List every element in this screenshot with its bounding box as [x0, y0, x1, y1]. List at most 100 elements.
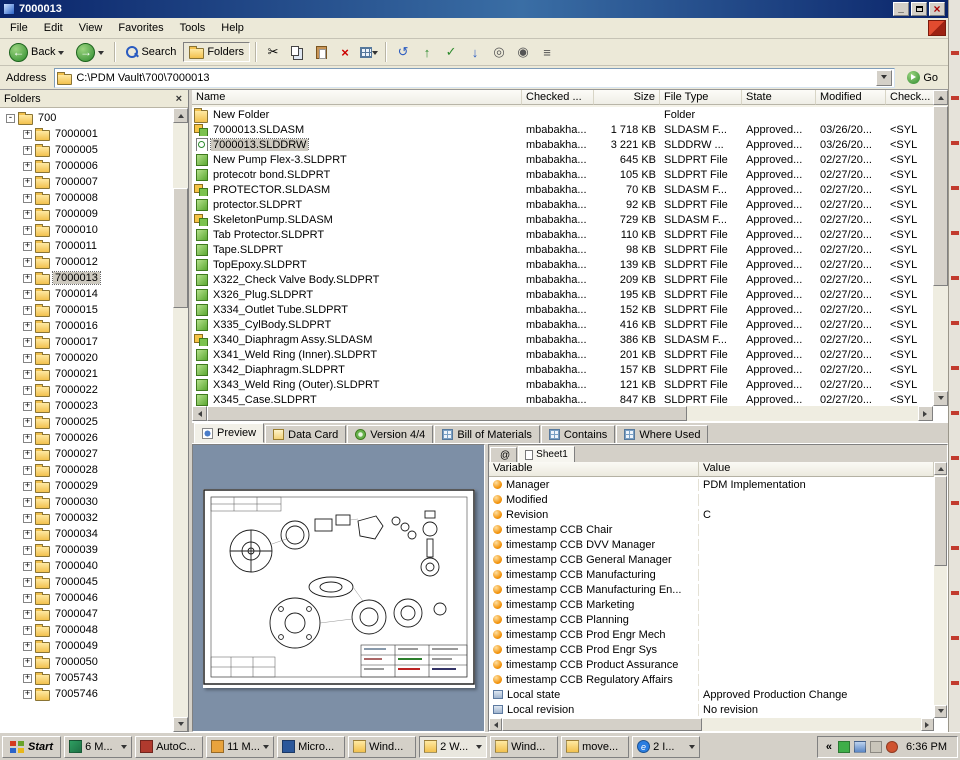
expand-icon[interactable]: +: [23, 690, 32, 699]
file-row[interactable]: 7000013.SLDASMmbabakha...1 718 KBSLDASM …: [192, 122, 933, 137]
file-row[interactable]: protecotr bond.SLDPRTmbabakha...105 KBSL…: [192, 167, 933, 182]
file-row[interactable]: X334_Outlet Tube.SLDPRTmbabakha...152 KB…: [192, 302, 933, 317]
menu-item-favorites[interactable]: Favorites: [110, 20, 171, 36]
file-row[interactable]: X341_Weld Ring (Inner).SLDPRTmbabakha...…: [192, 347, 933, 362]
expand-icon[interactable]: +: [23, 226, 32, 235]
taskbar-button-2-i[interactable]: 2 I...: [632, 736, 700, 758]
file-row[interactable]: X326_Plug.SLDPRTmbabakha...195 KBSLDPRT …: [192, 287, 933, 302]
expand-icon[interactable]: +: [23, 338, 32, 347]
variable-row[interactable]: Local revisionNo revision: [489, 702, 934, 717]
properties-button[interactable]: ≡: [536, 41, 558, 63]
file-row[interactable]: X343_Weld Ring (Outer).SLDPRTmbabakha...…: [192, 377, 933, 392]
expand-icon[interactable]: +: [23, 386, 32, 395]
variable-row[interactable]: timestamp CCB Chair: [489, 522, 934, 537]
expand-icon[interactable]: +: [23, 370, 32, 379]
scroll-up-button[interactable]: [173, 108, 188, 123]
tab-version-4-4[interactable]: Version 4/4: [347, 425, 433, 443]
taskbar-button-micro[interactable]: Micro...: [277, 736, 345, 758]
tab-data-card[interactable]: Data Card: [265, 425, 346, 443]
tree-scrollbar[interactable]: [173, 108, 188, 732]
forward-button[interactable]: →: [71, 41, 109, 64]
variable-column-header[interactable]: Variable: [489, 462, 699, 477]
taskbar-button-wind[interactable]: Wind...: [348, 736, 416, 758]
tree-item-7000009[interactable]: +7000009: [0, 206, 172, 222]
search-button[interactable]: Search: [121, 44, 181, 60]
file-row[interactable]: 7000013.SLDDRWmbabakha...3 221 KBSLDDRW …: [192, 137, 933, 152]
expand-icon[interactable]: +: [23, 418, 32, 427]
expand-icon[interactable]: +: [23, 258, 32, 267]
expand-icon[interactable]: +: [23, 482, 32, 491]
tree-item-7000028[interactable]: +7000028: [0, 462, 172, 478]
file-row[interactable]: Tape.SLDPRTmbabakha...98 KBSLDPRT FileAp…: [192, 242, 933, 257]
expand-icon[interactable]: +: [23, 674, 32, 683]
menu-item-tools[interactable]: Tools: [172, 20, 214, 36]
tree-item-7000048[interactable]: +7000048: [0, 622, 172, 638]
menu-item-file[interactable]: File: [2, 20, 36, 36]
variable-row[interactable]: timestamp CCB Product Assurance: [489, 657, 934, 672]
file-row[interactable]: X345_Case.SLDPRTmbabakha...847 KBSLDPRT …: [192, 392, 933, 406]
scroll-down-button[interactable]: [934, 705, 947, 718]
expand-icon[interactable]: +: [23, 450, 32, 459]
tree-item-7000023[interactable]: +7000023: [0, 398, 172, 414]
check-in-button[interactable]: ↑: [416, 41, 438, 63]
tree-item-7000025[interactable]: +7000025: [0, 414, 172, 430]
taskbar-button-11-m[interactable]: 11 M...: [206, 736, 274, 758]
scroll-down-button[interactable]: [933, 391, 948, 406]
hide-icons-chevron[interactable]: «: [824, 741, 834, 753]
tree-item-7000040[interactable]: +7000040: [0, 558, 172, 574]
expand-icon[interactable]: +: [23, 322, 32, 331]
column-header-name[interactable]: Name: [192, 90, 522, 105]
tab-where-used[interactable]: Where Used: [616, 425, 708, 443]
go-button[interactable]: Go: [901, 70, 944, 85]
expand-icon[interactable]: +: [23, 290, 32, 299]
expand-icon[interactable]: +: [23, 306, 32, 315]
column-header-state[interactable]: State: [742, 90, 816, 105]
menu-item-view[interactable]: View: [71, 20, 111, 36]
expand-icon[interactable]: +: [23, 658, 32, 667]
close-button[interactable]: ×: [929, 2, 945, 16]
back-button[interactable]: ← Back: [4, 41, 69, 64]
tree-item-7000026[interactable]: +7000026: [0, 430, 172, 446]
tab-contains[interactable]: Contains: [541, 425, 615, 443]
tree-item-7000046[interactable]: +7000046: [0, 590, 172, 606]
tree-item-7000047[interactable]: +7000047: [0, 606, 172, 622]
expand-icon[interactable]: +: [23, 546, 32, 555]
expand-icon[interactable]: +: [23, 562, 32, 571]
tree-item-7000030[interactable]: +7000030: [0, 494, 172, 510]
tree-item-7000008[interactable]: +7000008: [0, 190, 172, 206]
tree-item-7000050[interactable]: +7000050: [0, 654, 172, 670]
delete-button[interactable]: ×: [334, 41, 356, 63]
tree-item-700[interactable]: -700: [0, 110, 172, 126]
variable-row[interactable]: timestamp CCB Prod Engr Sys: [489, 642, 934, 657]
tree-item-7000013[interactable]: +7000013: [0, 270, 172, 286]
file-row[interactable]: New Pump Flex-3.SLDPRTmbabakha...645 KBS…: [192, 152, 933, 167]
views-button[interactable]: [358, 41, 380, 63]
tree-item-7000049[interactable]: +7000049: [0, 638, 172, 654]
menu-item-help[interactable]: Help: [213, 20, 252, 36]
expand-icon[interactable]: +: [23, 194, 32, 203]
variable-row[interactable]: timestamp CCB DVV Manager: [489, 537, 934, 552]
tab-preview[interactable]: Preview: [194, 423, 264, 443]
scrollbar-thumb[interactable]: [934, 476, 947, 566]
expand-icon[interactable]: +: [23, 578, 32, 587]
file-list-vscrollbar[interactable]: [933, 90, 948, 406]
expand-icon[interactable]: +: [23, 354, 32, 363]
file-row[interactable]: PROTECTOR.SLDASMmbabakha...70 KBSLDASM F…: [192, 182, 933, 197]
scrollbar-thumb[interactable]: [173, 188, 188, 308]
tree-item-7000029[interactable]: +7000029: [0, 478, 172, 494]
tree-item-7000039[interactable]: +7000039: [0, 542, 172, 558]
scrollbar-thumb[interactable]: [207, 406, 687, 421]
tree-item-7000007[interactable]: +7000007: [0, 174, 172, 190]
tree-item-7000011[interactable]: +7000011: [0, 238, 172, 254]
tab-bill-of-materials[interactable]: Bill of Materials: [434, 425, 540, 443]
card-tab-sheet1[interactable]: Sheet1: [518, 446, 575, 462]
status-green-icon[interactable]: [838, 741, 850, 753]
copy-button[interactable]: [286, 41, 308, 63]
variable-row[interactable]: timestamp CCB Planning: [489, 612, 934, 627]
expand-icon[interactable]: +: [23, 530, 32, 539]
paste-button[interactable]: [310, 41, 332, 63]
file-row[interactable]: protector.SLDPRTmbabakha...92 KBSLDPRT F…: [192, 197, 933, 212]
minimize-button[interactable]: _: [893, 2, 909, 16]
taskbar-button-6-m[interactable]: 6 M...: [64, 736, 132, 758]
file-row[interactable]: X322_Check Valve Body.SLDPRTmbabakha...2…: [192, 272, 933, 287]
